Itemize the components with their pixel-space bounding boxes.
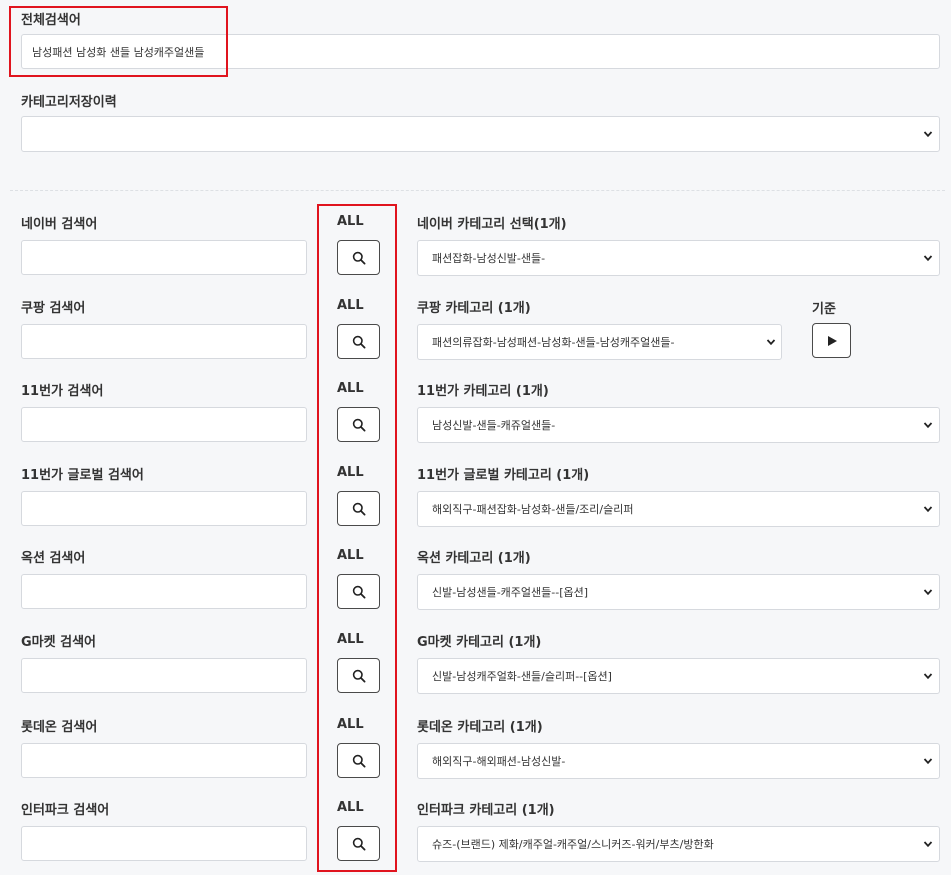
marketplace-search-label: 네이버 검색어 [21, 217, 98, 232]
marketplace-search-label: 쿠팡 검색어 [21, 301, 86, 316]
marketplace-search-label: 11번가 글로벌 검색어 [21, 468, 144, 483]
all-label: ALL [337, 465, 364, 480]
section-divider [10, 190, 945, 191]
marketplace-search-input[interactable] [21, 826, 307, 861]
marketplace-search-button[interactable] [337, 743, 380, 778]
marketplace-category-select[interactable]: 패션잡화-남성신발-샌들- [417, 240, 940, 276]
marketplace-search-input[interactable] [21, 240, 307, 275]
marketplace-category-select[interactable]: 남성신발-샌들-캐쥬얼샌들- [417, 407, 940, 443]
marketplace-category-select[interactable]: 해외직구-해외패션-남성신발- [417, 743, 940, 779]
all-label: ALL [337, 381, 364, 396]
marketplace-search-button[interactable] [337, 658, 380, 693]
chevron-down-icon [923, 841, 933, 848]
all-label: ALL [337, 717, 364, 732]
marketplace-category-label: 인터파크 카테고리 (1개) [417, 803, 555, 818]
marketplace-search-input[interactable] [21, 491, 307, 526]
basis-play-button[interactable] [812, 323, 851, 358]
chevron-down-icon [923, 506, 933, 513]
search-icon [352, 669, 365, 682]
search-icon [352, 585, 365, 598]
chevron-down-icon [923, 758, 933, 765]
marketplace-category-select[interactable]: 해외직구-패션잡화-남성화-샌들/조리/슬리퍼 [417, 491, 940, 527]
marketplace-search-button[interactable] [337, 407, 380, 442]
marketplace-category-select[interactable]: 패션의류잡화-남성패션-남성화-샌들-남성캐주얼샌들- [417, 324, 782, 360]
marketplace-category-label: 롯데온 카테고리 (1개) [417, 720, 543, 735]
marketplace-category-label: 11번가 카테고리 (1개) [417, 384, 549, 399]
marketplace-search-input[interactable] [21, 324, 307, 359]
marketplace-category-select[interactable]: 신발-남성샌들-캐주얼샌들--[옵션] [417, 574, 940, 610]
search-icon [352, 837, 365, 850]
marketplace-search-button[interactable] [337, 826, 380, 861]
marketplace-category-select[interactable]: 신발-남성캐주얼화-샌들/슬리퍼--[옵션] [417, 658, 940, 694]
category-history-label: 카테고리저장이력 [21, 95, 117, 110]
search-icon [352, 418, 365, 431]
all-label: ALL [337, 632, 364, 647]
all-label: ALL [337, 214, 364, 229]
marketplace-category-label: 네이버 카테고리 선택(1개) [417, 217, 567, 232]
marketplace-category-label: 11번가 글로벌 카테고리 (1개) [417, 468, 590, 483]
marketplace-search-button[interactable] [337, 574, 380, 609]
chevron-down-icon [766, 339, 776, 346]
chevron-down-icon [923, 589, 933, 596]
chevron-down-icon [923, 255, 933, 262]
marketplace-category-label: 옥션 카테고리 (1개) [417, 551, 531, 566]
marketplace-search-input[interactable] [21, 658, 307, 693]
marketplace-search-label: 롯데온 검색어 [21, 720, 98, 735]
play-icon [827, 335, 837, 346]
marketplace-search-button[interactable] [337, 324, 380, 359]
marketplace-search-label: 인터파크 검색어 [21, 803, 110, 818]
marketplace-category-label: G마켓 카테고리 (1개) [417, 635, 542, 650]
all-label: ALL [337, 800, 364, 815]
category-history-chevron-icon [923, 131, 933, 138]
category-history-select[interactable] [21, 116, 940, 152]
marketplace-search-input[interactable] [21, 574, 307, 609]
marketplace-search-label: G마켓 검색어 [21, 635, 96, 650]
basis-label: 기준 [812, 302, 836, 317]
marketplace-search-label: 11번가 검색어 [21, 384, 104, 399]
search-icon [352, 335, 365, 348]
marketplace-search-button[interactable] [337, 240, 380, 275]
all-label: ALL [337, 548, 364, 563]
marketplace-search-input[interactable] [21, 407, 307, 442]
chevron-down-icon [923, 422, 933, 429]
marketplace-category-label: 쿠팡 카테고리 (1개) [417, 301, 531, 316]
marketplace-search-button[interactable] [337, 491, 380, 526]
marketplace-category-select[interactable]: 슈즈-(브랜드) 제화/캐주얼-캐주얼/스니커즈-워커/부츠/방한화 [417, 826, 940, 862]
search-icon [352, 251, 365, 264]
all-label: ALL [337, 298, 364, 313]
search-icon [352, 754, 365, 767]
marketplace-search-label: 옥션 검색어 [21, 551, 86, 566]
search-icon [352, 502, 365, 515]
total-search-highlight [9, 6, 228, 77]
chevron-down-icon [923, 673, 933, 680]
marketplace-search-input[interactable] [21, 743, 307, 778]
